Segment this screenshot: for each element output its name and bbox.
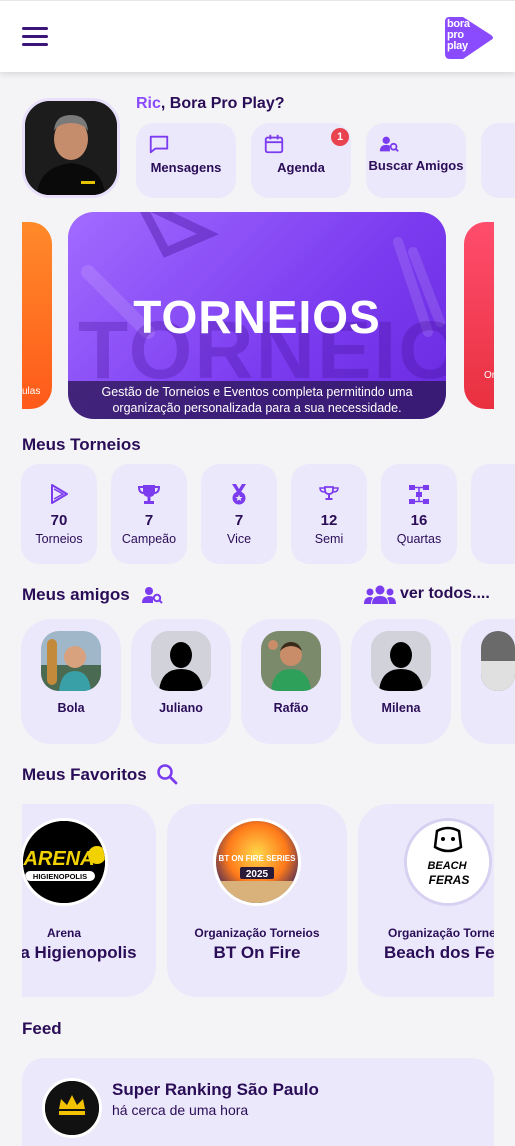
friend-avatar bbox=[481, 631, 515, 691]
app-logo[interactable]: bora pro play bbox=[443, 13, 495, 63]
beach-logo-subtitle: FERAS bbox=[429, 873, 470, 887]
favorites-section-title: Meus Favoritos bbox=[22, 765, 147, 784]
find-friends-button[interactable]: Buscar Amigos bbox=[366, 123, 466, 198]
notification-badge: 1 bbox=[331, 128, 349, 146]
arena-logo-word: ARENA bbox=[23, 848, 95, 870]
friend-card[interactable]: Milena bbox=[351, 619, 451, 744]
friend-search-icon[interactable] bbox=[139, 583, 165, 607]
messages-button[interactable]: Mensagens bbox=[136, 123, 236, 198]
favorite-logo: BT ON FIRE SERIES 2025 bbox=[213, 818, 301, 906]
carousel-prev-slide[interactable]: ulas bbox=[22, 222, 52, 409]
medal-icon bbox=[232, 484, 246, 505]
user-search-icon bbox=[379, 136, 399, 152]
feed-item-title: Super Ranking São Paulo bbox=[112, 1080, 319, 1099]
messages-label: Mensagens bbox=[150, 160, 222, 175]
agenda-button[interactable]: 1 Agenda bbox=[251, 123, 351, 198]
stat-runner-up[interactable]: 7 Vice bbox=[201, 464, 277, 564]
menu-icon[interactable] bbox=[22, 27, 48, 49]
avatar[interactable] bbox=[22, 98, 120, 198]
chat-icon bbox=[149, 135, 169, 154]
user-name: Ric bbox=[136, 95, 161, 112]
find-friends-label: Buscar Amigos bbox=[368, 158, 464, 173]
favorite-card[interactable]: BEACH FERAS Organização Tornei Beach dos… bbox=[358, 804, 494, 997]
group-icon bbox=[364, 585, 396, 604]
favorite-logo: BEACH FERAS bbox=[404, 818, 492, 906]
home-content[interactable]: Ric, Bora Pro Play? Mensagens 1 Agenda B… bbox=[0, 74, 515, 1146]
beach-logo-word: BEACH bbox=[427, 860, 467, 872]
play-icon bbox=[51, 484, 68, 504]
bt-fire-logo-word: BT ON FIRE SERIES bbox=[219, 854, 297, 863]
friend-card[interactable]: Bola bbox=[21, 619, 121, 744]
friend-card-peek[interactable] bbox=[461, 619, 515, 744]
favorite-card[interactable]: BT ON FIRE SERIES 2025 Organização Torne… bbox=[167, 804, 347, 997]
favorite-card[interactable]: ARENA HIGIENOPOLIS Arena na Higienopolis bbox=[22, 804, 156, 997]
friend-avatar-placeholder bbox=[151, 631, 211, 691]
friend-avatar bbox=[261, 631, 321, 691]
see-all-friends-link[interactable]: ver todos.... bbox=[400, 585, 490, 603]
more-actions-peek[interactable] bbox=[481, 123, 515, 198]
friend-avatar-placeholder bbox=[371, 631, 431, 691]
tournaments-section-title: Meus Torneios bbox=[22, 435, 141, 454]
feed-item-time: há cerca de uma hora bbox=[112, 1102, 249, 1118]
friend-card[interactable]: Rafão bbox=[241, 619, 341, 744]
friends-section-title: Meus amigos bbox=[22, 585, 130, 604]
feed-item-logo bbox=[42, 1078, 102, 1138]
agenda-label: Agenda bbox=[277, 160, 325, 175]
stat-semi[interactable]: 12 Semi bbox=[291, 464, 367, 564]
feed-item[interactable]: Super Ranking São Paulo há cerca de uma … bbox=[22, 1058, 494, 1146]
calendar-icon bbox=[264, 134, 284, 154]
bracket-icon bbox=[409, 485, 429, 504]
tournaments-banner[interactable]: TORNEIOS TORNEIOS Gestão de Torneios e E… bbox=[68, 212, 446, 419]
greeting: Ric, Bora Pro Play? bbox=[136, 95, 285, 112]
trophy-icon bbox=[137, 485, 161, 504]
favorite-logo: ARENA HIGIENOPOLIS bbox=[22, 818, 108, 906]
bt-fire-logo-year: 2025 bbox=[246, 869, 269, 880]
stat-champion[interactable]: 7 Campeão bbox=[111, 464, 187, 564]
banner-caption: Gestão de Torneios e Eventos completa pe… bbox=[68, 381, 446, 419]
search-icon[interactable] bbox=[155, 762, 179, 786]
friend-card[interactable]: Juliano bbox=[131, 619, 231, 744]
stat-tournaments[interactable]: 70 Torneios bbox=[21, 464, 97, 564]
feed-section-title: Feed bbox=[22, 1019, 62, 1038]
top-bar: bora pro play bbox=[0, 0, 515, 72]
friend-avatar bbox=[41, 631, 101, 691]
stat-quarters[interactable]: 16 Quartas bbox=[381, 464, 457, 564]
stat-more-peek[interactable] bbox=[471, 464, 515, 564]
banner-title: TORNEIOS bbox=[133, 291, 381, 343]
arena-logo-subtitle: HIGIENOPOLIS bbox=[33, 872, 87, 881]
carousel-next-slide[interactable]: Or bbox=[464, 222, 494, 409]
semi-trophy-icon bbox=[319, 486, 339, 500]
